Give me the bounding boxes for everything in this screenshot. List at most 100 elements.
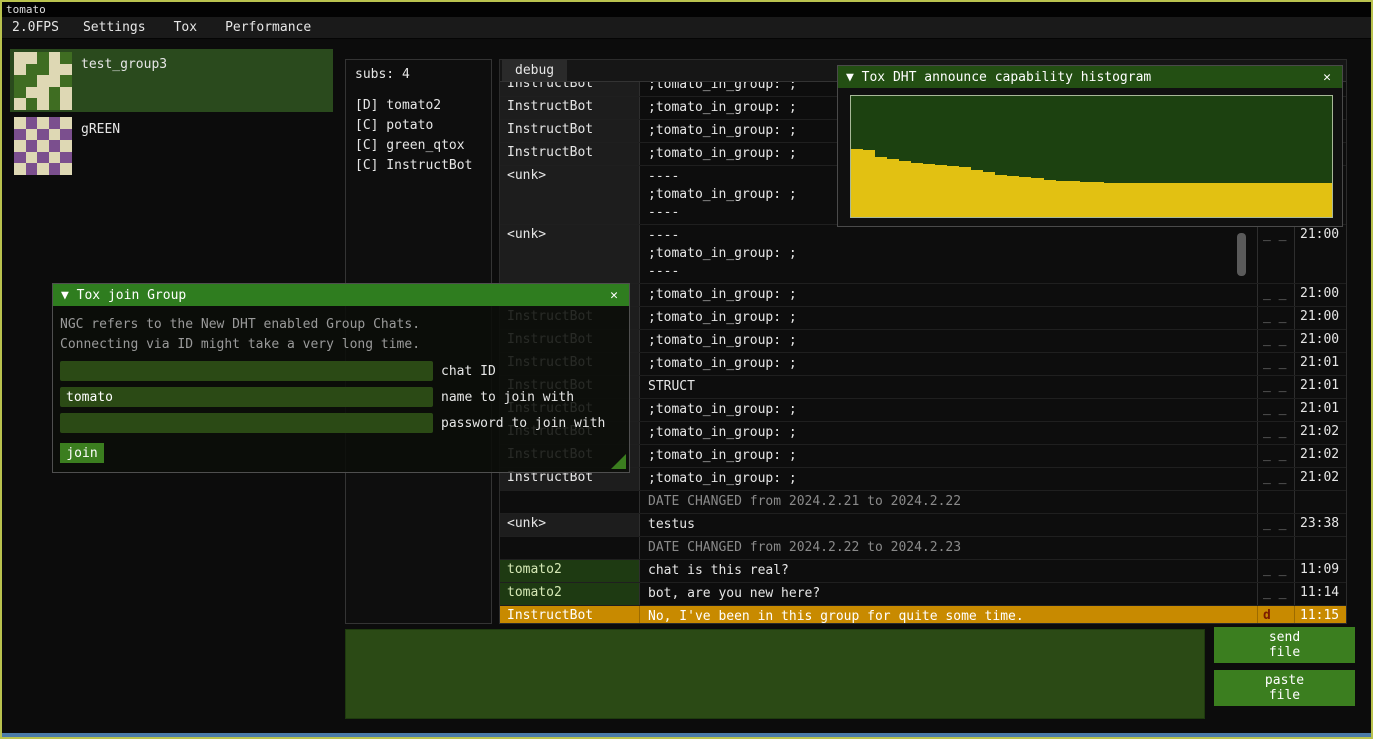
message-time: 21:00: [1295, 225, 1346, 283]
fps-counter: 2.0FPS: [2, 20, 69, 35]
join-dialog-body: NGC refers to the New DHT enabled Group …: [53, 306, 629, 472]
group-list: test_group3gREEN: [10, 49, 333, 179]
window-title: tomato: [6, 3, 46, 16]
histogram-bar: [1128, 183, 1140, 217]
message-time: 21:00: [1295, 330, 1346, 352]
chat-message-row[interactable]: <unk>testus_ _23:38: [500, 514, 1346, 537]
chat-message-row[interactable]: DATE CHANGED from 2024.2.21 to 2024.2.22: [500, 491, 1346, 514]
join-button[interactable]: join: [60, 443, 104, 463]
menu-item-tox[interactable]: Tox: [160, 17, 211, 38]
message-sender: InstructBot: [500, 120, 640, 142]
tab-debug[interactable]: debug: [502, 60, 567, 81]
join-dialog-titlebar[interactable]: ▼ Tox join Group ✕: [53, 284, 629, 306]
message-sender: InstructBot: [500, 143, 640, 165]
menu-item-performance[interactable]: Performance: [211, 17, 325, 38]
histogram-bar: [1164, 183, 1176, 217]
histogram-bar: [995, 175, 1007, 217]
message-status: _ _: [1258, 422, 1295, 444]
message-time: 21:00: [1295, 284, 1346, 306]
message-status: _ _: [1258, 330, 1295, 352]
histogram-bar: [1104, 183, 1116, 217]
resize-grip-icon[interactable]: [611, 454, 626, 469]
chat-scrollbar[interactable]: [1237, 233, 1246, 276]
message-time: 21:00: [1295, 307, 1346, 329]
histogram-bar: [1152, 183, 1164, 217]
message-text: ;tomato_in_group: ;: [640, 445, 1258, 467]
message-text: bot, are you new here?: [640, 583, 1258, 605]
paste-file-button[interactable]: paste file: [1214, 670, 1355, 706]
message-text: ;tomato_in_group: ;: [640, 307, 1258, 329]
histogram-bar: [923, 164, 935, 217]
message-sender: tomato2: [500, 560, 640, 582]
chat-message-row[interactable]: tomato2chat is this real?_ _11:09: [500, 560, 1346, 583]
histogram-bar: [1284, 183, 1296, 217]
histogram-bar: [1007, 176, 1019, 217]
message-status: d: [1258, 606, 1295, 624]
histogram-bar: [1296, 183, 1308, 217]
message-text: ;tomato_in_group: ;: [640, 468, 1258, 490]
join-group-dialog: ▼ Tox join Group ✕ NGC refers to the New…: [52, 283, 630, 473]
group-avatar: [14, 52, 72, 110]
join-field-label: name to join with: [441, 390, 574, 405]
group-item[interactable]: gREEN: [10, 114, 333, 177]
chat-message-row[interactable]: InstructBotNo, I've been in this group f…: [500, 606, 1346, 624]
histogram-titlebar[interactable]: ▼ Tox DHT announce capability histogram …: [838, 66, 1342, 88]
histogram-bar: [1068, 181, 1080, 217]
histogram-bar: [1212, 183, 1224, 217]
join-field-input-3[interactable]: [60, 413, 433, 433]
histogram-bar: [1019, 177, 1031, 217]
message-time: 11:15: [1295, 606, 1346, 624]
title-bar: tomato: [2, 2, 1371, 17]
join-field-label: password to join with: [441, 416, 605, 431]
menu-item-settings[interactable]: Settings: [69, 17, 160, 38]
message-time: [1295, 491, 1346, 513]
sub-list-item[interactable]: [D] tomato2: [355, 96, 482, 116]
message-sender: InstructBot: [500, 606, 640, 624]
message-time: 23:38: [1295, 514, 1346, 536]
message-text: testus: [640, 514, 1258, 536]
histogram-bar: [1224, 183, 1236, 217]
histogram-bar: [983, 172, 995, 217]
histogram-bar: [1092, 182, 1104, 217]
histogram-bar: [863, 150, 875, 217]
message-status: _ _: [1258, 399, 1295, 421]
message-text: ---- ;tomato_in_group: ; ----: [640, 225, 1258, 283]
sub-list-item[interactable]: [C] green_qtox: [355, 136, 482, 156]
message-sender: <unk>: [500, 225, 640, 283]
join-field-input-1[interactable]: [60, 361, 433, 381]
histogram-bar: [887, 159, 899, 217]
histogram-bar: [947, 166, 959, 217]
message-sender: [500, 491, 640, 513]
message-input[interactable]: [345, 629, 1205, 719]
send-file-button[interactable]: send file: [1214, 627, 1355, 663]
group-item[interactable]: test_group3: [10, 49, 333, 112]
close-icon[interactable]: ✕: [1320, 70, 1334, 85]
histogram-bar: [899, 161, 911, 217]
group-name: test_group3: [81, 52, 167, 109]
join-dialog-title: ▼ Tox join Group: [61, 288, 186, 303]
histogram-bar: [911, 163, 923, 217]
message-text: ;tomato_in_group: ;: [640, 284, 1258, 306]
message-sender: tomato2: [500, 583, 640, 605]
message-time: 11:09: [1295, 560, 1346, 582]
close-icon[interactable]: ✕: [607, 288, 621, 303]
histogram-bar: [1188, 183, 1200, 217]
message-sender: <unk>: [500, 514, 640, 536]
message-status: _ _: [1258, 284, 1295, 306]
chat-message-row[interactable]: tomato2bot, are you new here?_ _11:14: [500, 583, 1346, 606]
menu-bar: 2.0FPS SettingsToxPerformance: [2, 17, 1371, 39]
message-status: _ _: [1258, 307, 1295, 329]
message-status: [1258, 537, 1295, 559]
sub-list-item[interactable]: [C] InstructBot: [355, 156, 482, 176]
join-field-row: password to join with: [60, 413, 622, 433]
join-field-input-2[interactable]: [60, 387, 433, 407]
histogram-bar: [1080, 182, 1092, 217]
chat-message-row[interactable]: DATE CHANGED from 2024.2.22 to 2024.2.23: [500, 537, 1346, 560]
histogram-bar: [935, 165, 947, 217]
chat-message-row[interactable]: <unk>---- ;tomato_in_group: ; ----_ _21:…: [500, 225, 1346, 284]
sub-list-item[interactable]: [C] potato: [355, 116, 482, 136]
subs-list: [D] tomato2[C] potato[C] green_qtox[C] I…: [355, 96, 482, 176]
histogram-bar: [851, 149, 863, 217]
histogram-bar: [1236, 183, 1248, 217]
join-info-line-2: Connecting via ID might take a very long…: [60, 335, 622, 355]
